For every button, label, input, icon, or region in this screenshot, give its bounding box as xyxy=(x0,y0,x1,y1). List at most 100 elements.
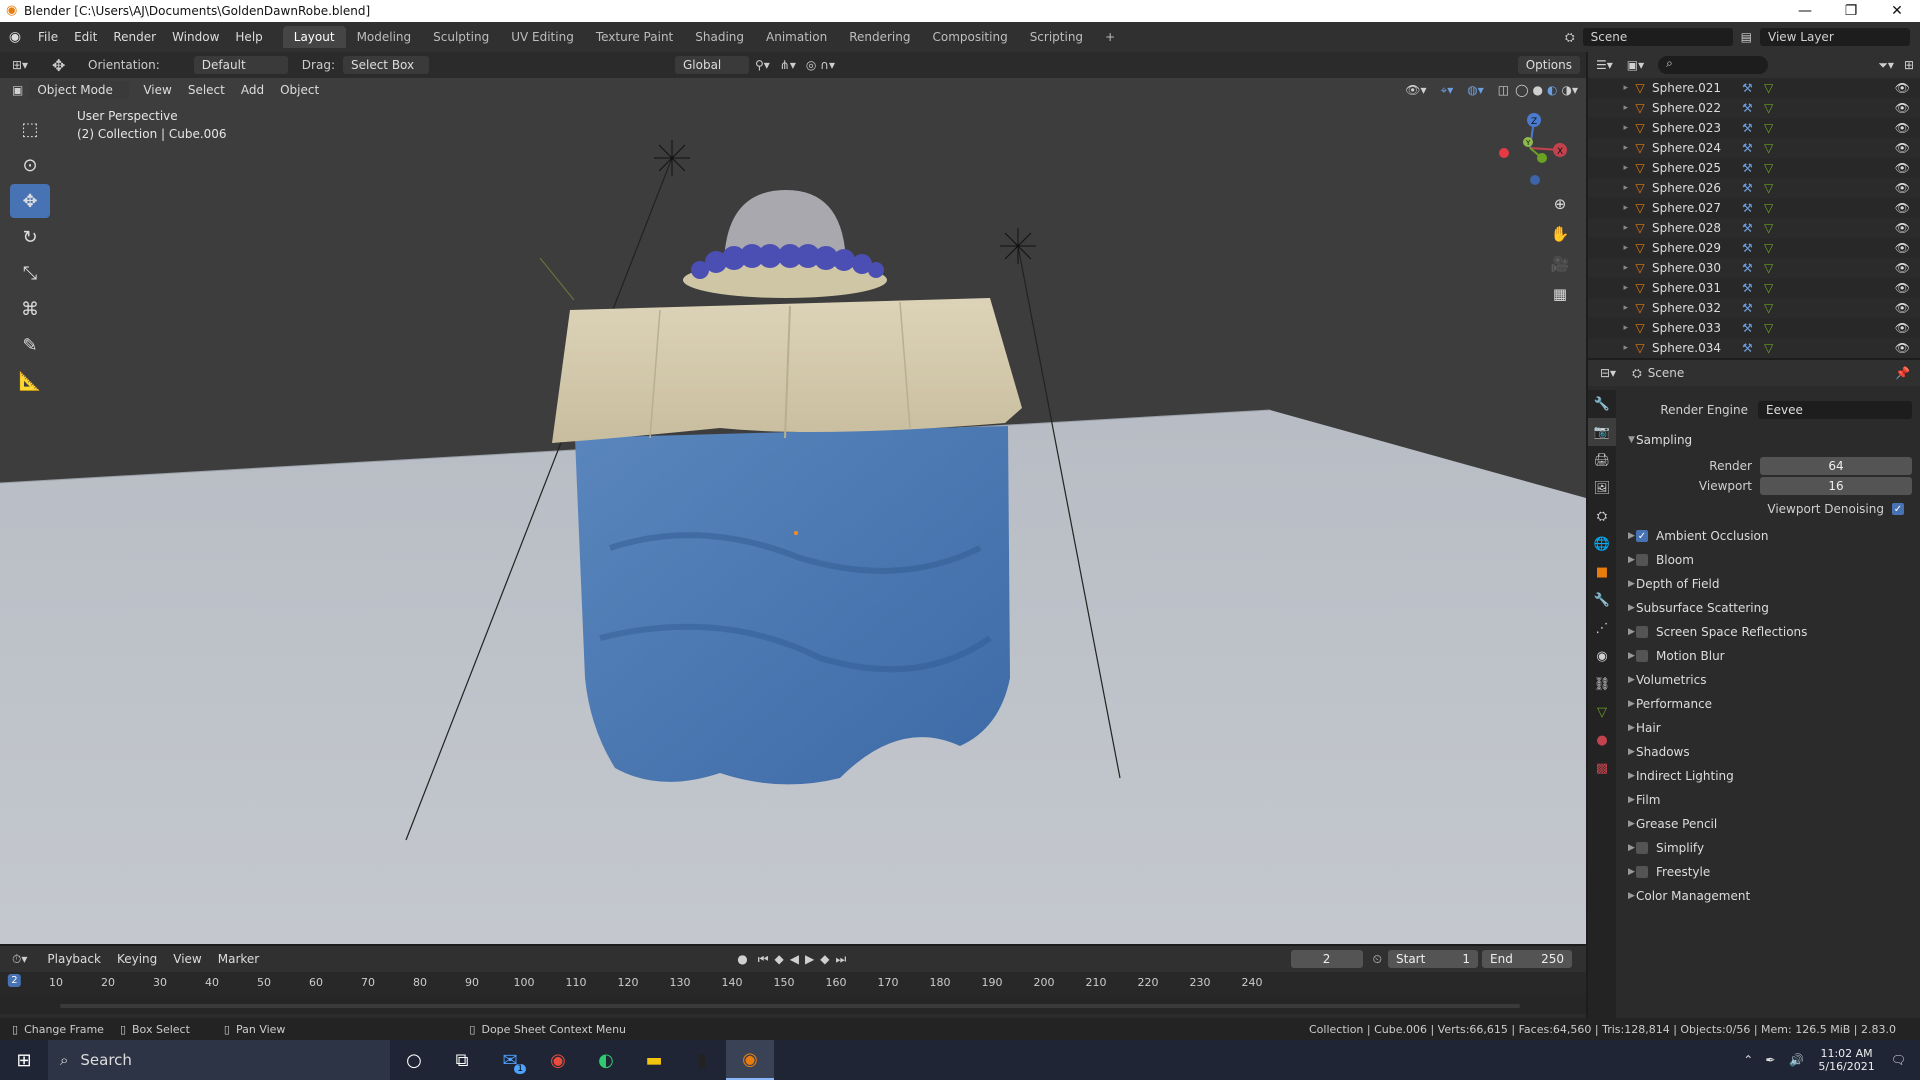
new-collection-icon[interactable]: ⊞ xyxy=(1904,58,1914,72)
material-tab-icon[interactable]: ● xyxy=(1588,726,1616,754)
expand-icon[interactable]: ▸ xyxy=(1588,303,1628,313)
visibility-eye-icon[interactable]: 👁 xyxy=(1895,181,1910,195)
timeline-menu-playback[interactable]: Playback xyxy=(39,952,109,966)
texture-tab-icon[interactable]: ▩ xyxy=(1588,754,1616,782)
modifier-icon[interactable]: ⚒ xyxy=(1742,341,1764,355)
measure-tool-icon[interactable]: 📐 xyxy=(10,364,50,398)
current-frame-field[interactable]: 2 xyxy=(1290,950,1363,968)
panel-expand-icon[interactable]: ▶ xyxy=(1618,771,1636,781)
file-explorer-icon[interactable]: ▬ xyxy=(630,1040,678,1080)
prev-keyframe-icon[interactable]: ◆ xyxy=(775,952,784,966)
tab-uv-editing[interactable]: UV Editing xyxy=(500,26,585,48)
camera-view-icon[interactable]: 🎥 xyxy=(1546,250,1574,278)
render-samples-field[interactable]: 64 xyxy=(1760,457,1912,475)
render-panel[interactable]: ▶ Color Management xyxy=(1618,884,1920,908)
render-panel[interactable]: ▶ Depth of Field xyxy=(1618,572,1920,596)
rotate-tool-icon[interactable]: ↻ xyxy=(10,220,50,254)
pivot-icon[interactable]: ⚲▾ xyxy=(755,58,770,72)
end-frame-field[interactable]: End 250 xyxy=(1482,950,1572,968)
proportional-edit-icon[interactable]: ◎ ∩▾ xyxy=(806,58,835,72)
tab-sculpting[interactable]: Sculpting xyxy=(422,26,500,48)
render-engine-dropdown[interactable]: Eevee xyxy=(1758,401,1912,419)
panel-expand-icon[interactable]: ▶ xyxy=(1618,627,1636,637)
visibility-eye-icon[interactable]: 👁 xyxy=(1895,141,1910,155)
object-tab-icon[interactable]: ■ xyxy=(1588,558,1616,586)
close-button[interactable]: ✕ xyxy=(1874,3,1920,19)
outliner-item[interactable]: ▸ ▽ Sphere.022 ⚒ ▽ 👁 xyxy=(1588,98,1920,118)
modifier-icon[interactable]: ⚒ xyxy=(1742,161,1764,175)
panel-expand-icon[interactable]: ▶ xyxy=(1618,531,1636,541)
mesh-data-icon[interactable]: ▽ xyxy=(1764,341,1786,355)
render-panel[interactable]: ▶ Hair xyxy=(1618,716,1920,740)
visibility-eye-icon[interactable]: 👁 xyxy=(1895,161,1910,175)
mesh-data-icon[interactable]: ▽ xyxy=(1764,201,1786,215)
mesh-data-icon[interactable]: ▽ xyxy=(1764,181,1786,195)
tab-texture-paint[interactable]: Texture Paint xyxy=(585,26,684,48)
viewport-menu-add[interactable]: Add xyxy=(233,83,272,97)
expand-icon[interactable]: ▸ xyxy=(1588,123,1628,133)
modifier-tab-icon[interactable]: 🔧 xyxy=(1588,586,1616,614)
transform-orientation-dropdown[interactable]: Global xyxy=(674,56,749,74)
jump-start-icon[interactable]: ⏮ xyxy=(758,952,769,967)
render-panel[interactable]: ▶ Motion Blur xyxy=(1618,644,1920,668)
mail-icon[interactable]: ✉ 1 xyxy=(486,1040,534,1080)
mesh-data-icon[interactable]: ▽ xyxy=(1764,161,1786,175)
modifier-icon[interactable]: ⚒ xyxy=(1742,261,1764,275)
modifier-icon[interactable]: ⚒ xyxy=(1742,101,1764,115)
visibility-eye-icon[interactable]: 👁 xyxy=(1895,241,1910,255)
outliner-item[interactable]: ▸ ▽ Sphere.021 ⚒ ▽ 👁 xyxy=(1588,78,1920,98)
modifier-icon[interactable]: ⚒ xyxy=(1742,181,1764,195)
scene-tab-icon[interactable]: ⛭ xyxy=(1588,502,1616,530)
3d-viewport[interactable]: ▣ Object Mode View Select Add Object 👁▾ … xyxy=(0,78,1586,944)
scene-icon[interactable]: ⛭ xyxy=(1565,30,1575,45)
zoom-icon[interactable]: ⊕ xyxy=(1546,190,1574,218)
outliner-search-icon[interactable]: ⌕ xyxy=(1658,56,1769,74)
record-icon[interactable]: ● xyxy=(737,952,747,966)
physics-tab-icon[interactable]: ◉ xyxy=(1588,642,1616,670)
transform-tool-icon[interactable]: ⌘ xyxy=(10,292,50,326)
visibility-eye-icon[interactable]: 👁 xyxy=(1895,281,1910,295)
snap-icon[interactable]: ⋔▾ xyxy=(780,58,796,72)
panel-checkbox[interactable] xyxy=(1636,554,1648,566)
app-icon[interactable]: ▮ xyxy=(678,1040,726,1080)
panel-checkbox[interactable]: ✓ xyxy=(1636,530,1648,542)
panel-checkbox[interactable] xyxy=(1636,866,1648,878)
menu-help[interactable]: Help xyxy=(227,30,270,44)
mesh-data-icon[interactable]: ▽ xyxy=(1764,261,1786,275)
modifier-icon[interactable]: ⚒ xyxy=(1742,141,1764,155)
edge-icon[interactable]: ◐ xyxy=(582,1040,630,1080)
mesh-data-icon[interactable]: ▽ xyxy=(1764,121,1786,135)
panel-expand-icon[interactable]: ▶ xyxy=(1618,675,1636,685)
timeline-menu-view[interactable]: View xyxy=(165,952,209,966)
tab-shading[interactable]: Shading xyxy=(684,26,755,48)
expand-icon[interactable]: ▸ xyxy=(1588,283,1628,293)
expand-icon[interactable]: ▸ xyxy=(1588,243,1628,253)
mesh-data-icon[interactable]: ▽ xyxy=(1764,101,1786,115)
expand-icon[interactable]: ▸ xyxy=(1588,203,1628,213)
panel-checkbox[interactable] xyxy=(1636,842,1648,854)
panel-expand-icon[interactable]: ▶ xyxy=(1618,843,1636,853)
filter-icon[interactable]: ⏷▾ xyxy=(1878,58,1894,73)
panel-expand-icon[interactable]: ▶ xyxy=(1618,651,1636,661)
tab-layout[interactable]: Layout xyxy=(282,26,346,48)
notifications-icon[interactable]: 🗨 xyxy=(1891,1053,1906,1067)
orientation-dropdown[interactable]: Default xyxy=(193,56,288,74)
expand-icon[interactable]: ▸ xyxy=(1588,183,1628,193)
visibility-eye-icon[interactable]: 👁 xyxy=(1895,101,1910,115)
properties-editor-icon[interactable]: ⊟▾ xyxy=(1600,366,1616,380)
restore-button[interactable]: ❐ xyxy=(1828,3,1874,19)
outliner-item[interactable]: ▸ ▽ Sphere.023 ⚒ ▽ 👁 xyxy=(1588,118,1920,138)
expand-icon[interactable]: ▸ xyxy=(1588,163,1628,173)
mesh-data-icon[interactable]: ▽ xyxy=(1764,301,1786,315)
perspective-grid-icon[interactable]: ▦ xyxy=(1546,280,1574,308)
rendered-shading-icon[interactable]: ◑▾ xyxy=(1562,83,1579,97)
panel-expand-icon[interactable]: ▶ xyxy=(1618,867,1636,877)
editor-type-icon[interactable]: ⊞▾ xyxy=(12,58,52,72)
annotate-tool-icon[interactable]: ✎ xyxy=(10,328,50,362)
timeline-menu-keying[interactable]: Keying xyxy=(109,952,165,966)
tool-tab-icon[interactable]: 🔧 xyxy=(1588,390,1616,418)
outliner-item[interactable]: ▸ ▽ Sphere.032 ⚒ ▽ 👁 xyxy=(1588,298,1920,318)
pin-icon[interactable]: 📌 xyxy=(1895,366,1910,380)
modifier-icon[interactable]: ⚒ xyxy=(1742,281,1764,295)
play-icon[interactable]: ▶ xyxy=(805,952,814,966)
